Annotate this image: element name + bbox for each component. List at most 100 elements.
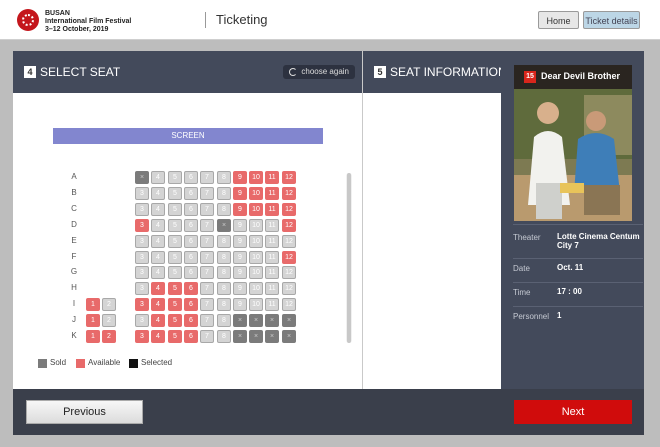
- seat-g4[interactable]: 4: [151, 266, 165, 279]
- seat-g6[interactable]: 6: [184, 266, 198, 279]
- seat-g8[interactable]: 8: [217, 266, 231, 279]
- seat-i11[interactable]: 11: [265, 298, 279, 311]
- seat-f11[interactable]: 11: [265, 251, 279, 264]
- seat-k6[interactable]: 6: [184, 330, 198, 343]
- seat-j4[interactable]: 4: [151, 314, 165, 327]
- seat-b7[interactable]: 7: [200, 187, 214, 200]
- seat-f3[interactable]: 3: [135, 251, 149, 264]
- seat-d4[interactable]: 4: [151, 219, 165, 232]
- seat-j2[interactable]: 2: [102, 314, 116, 327]
- seat-c11[interactable]: 11: [265, 203, 279, 216]
- seat-b12[interactable]: 12: [282, 187, 296, 200]
- seat-j8[interactable]: 8: [217, 314, 231, 327]
- home-button[interactable]: Home: [538, 11, 579, 29]
- seat-i9[interactable]: 9: [233, 298, 247, 311]
- seat-d5[interactable]: 5: [168, 219, 182, 232]
- seat-i5[interactable]: 5: [168, 298, 182, 311]
- seat-d9[interactable]: 9: [233, 219, 247, 232]
- seat-i3[interactable]: 3: [135, 298, 149, 311]
- seat-h6[interactable]: 6: [184, 282, 198, 295]
- seat-b6[interactable]: 6: [184, 187, 198, 200]
- seat-b9[interactable]: 9: [233, 187, 247, 200]
- seat-b5[interactable]: 5: [168, 187, 182, 200]
- seat-a9[interactable]: 9: [233, 171, 247, 184]
- seat-j7[interactable]: 7: [200, 314, 214, 327]
- seat-k3[interactable]: 3: [135, 330, 149, 343]
- seat-h8[interactable]: 8: [217, 282, 231, 295]
- seat-h3[interactable]: 3: [135, 282, 149, 295]
- seat-i8[interactable]: 8: [217, 298, 231, 311]
- seat-c4[interactable]: 4: [151, 203, 165, 216]
- seat-c8[interactable]: 8: [217, 203, 231, 216]
- seat-f6[interactable]: 6: [184, 251, 198, 264]
- seat-f12[interactable]: 12: [282, 251, 296, 264]
- seat-h12[interactable]: 12: [282, 282, 296, 295]
- seat-i12[interactable]: 12: [282, 298, 296, 311]
- seat-a10[interactable]: 10: [249, 171, 263, 184]
- seat-k7[interactable]: 7: [200, 330, 214, 343]
- seat-f5[interactable]: 5: [168, 251, 182, 264]
- seat-k5[interactable]: 5: [168, 330, 182, 343]
- seat-j6[interactable]: 6: [184, 314, 198, 327]
- seat-e8[interactable]: 8: [217, 235, 231, 248]
- seat-b8[interactable]: 8: [217, 187, 231, 200]
- seat-k2[interactable]: 2: [102, 330, 116, 343]
- seat-e3[interactable]: 3: [135, 235, 149, 248]
- scrollbar-thumb[interactable]: [347, 173, 351, 343]
- seat-a8[interactable]: 8: [217, 171, 231, 184]
- seat-i7[interactable]: 7: [200, 298, 214, 311]
- choose-again-button[interactable]: choose again: [283, 65, 355, 79]
- seat-g5[interactable]: 5: [168, 266, 182, 279]
- seat-i4[interactable]: 4: [151, 298, 165, 311]
- seat-j1[interactable]: 1: [86, 314, 100, 327]
- seat-k8[interactable]: 8: [217, 330, 231, 343]
- seat-e10[interactable]: 10: [249, 235, 263, 248]
- seat-g11[interactable]: 11: [265, 266, 279, 279]
- seat-f8[interactable]: 8: [217, 251, 231, 264]
- seat-i1[interactable]: 1: [86, 298, 100, 311]
- seat-h11[interactable]: 11: [265, 282, 279, 295]
- seat-c5[interactable]: 5: [168, 203, 182, 216]
- seat-a5[interactable]: 5: [168, 171, 182, 184]
- seat-d3[interactable]: 3: [135, 219, 149, 232]
- seat-g9[interactable]: 9: [233, 266, 247, 279]
- seat-c6[interactable]: 6: [184, 203, 198, 216]
- seat-b4[interactable]: 4: [151, 187, 165, 200]
- seat-h10[interactable]: 10: [249, 282, 263, 295]
- seat-f10[interactable]: 10: [249, 251, 263, 264]
- seat-d12[interactable]: 12: [282, 219, 296, 232]
- seat-i10[interactable]: 10: [249, 298, 263, 311]
- seat-d7[interactable]: 7: [200, 219, 214, 232]
- seat-a4[interactable]: 4: [151, 171, 165, 184]
- seat-a11[interactable]: 11: [265, 171, 279, 184]
- next-button[interactable]: Next: [514, 400, 632, 424]
- seat-h4[interactable]: 4: [151, 282, 165, 295]
- seat-g10[interactable]: 10: [249, 266, 263, 279]
- seat-c10[interactable]: 10: [249, 203, 263, 216]
- seat-a12[interactable]: 12: [282, 171, 296, 184]
- seat-i2[interactable]: 2: [102, 298, 116, 311]
- seat-d6[interactable]: 6: [184, 219, 198, 232]
- seat-h7[interactable]: 7: [200, 282, 214, 295]
- seat-a6[interactable]: 6: [184, 171, 198, 184]
- seat-e11[interactable]: 11: [265, 235, 279, 248]
- seat-k1[interactable]: 1: [86, 330, 100, 343]
- seat-h5[interactable]: 5: [168, 282, 182, 295]
- seat-b3[interactable]: 3: [135, 187, 149, 200]
- seat-d11[interactable]: 11: [265, 219, 279, 232]
- previous-button[interactable]: Previous: [26, 400, 143, 424]
- ticket-details-button[interactable]: Ticket details: [583, 11, 640, 29]
- seat-d10[interactable]: 10: [249, 219, 263, 232]
- seat-f4[interactable]: 4: [151, 251, 165, 264]
- seat-e5[interactable]: 5: [168, 235, 182, 248]
- seat-f9[interactable]: 9: [233, 251, 247, 264]
- seat-j3[interactable]: 3: [135, 314, 149, 327]
- seat-e4[interactable]: 4: [151, 235, 165, 248]
- seat-g3[interactable]: 3: [135, 266, 149, 279]
- seat-e7[interactable]: 7: [200, 235, 214, 248]
- seat-e9[interactable]: 9: [233, 235, 247, 248]
- seat-i6[interactable]: 6: [184, 298, 198, 311]
- seat-b11[interactable]: 11: [265, 187, 279, 200]
- seat-c3[interactable]: 3: [135, 203, 149, 216]
- seat-c7[interactable]: 7: [200, 203, 214, 216]
